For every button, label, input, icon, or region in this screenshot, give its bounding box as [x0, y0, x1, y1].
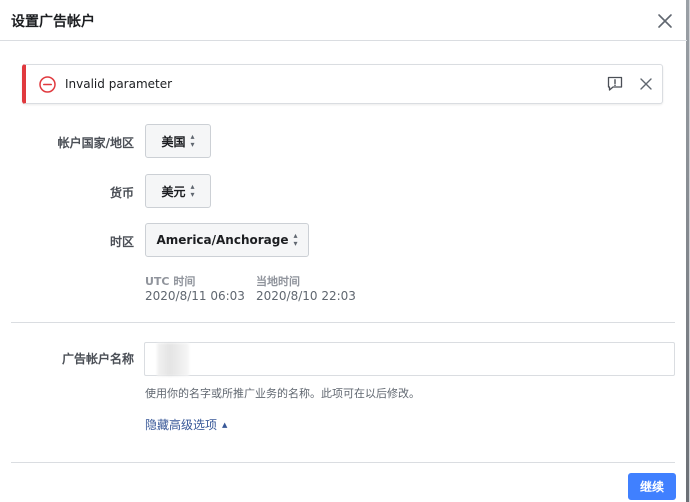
section-divider — [11, 322, 675, 323]
utc-time-label: UTC 时间 — [145, 275, 196, 288]
dialog-header: 设置广告帐户 — [0, 0, 687, 41]
error-banner: Invalid parameter — [22, 64, 663, 104]
error-message: Invalid parameter — [65, 77, 173, 91]
account-name-help: 使用你的名字或所推广业务的名称。此项可在以后修改。 — [145, 387, 420, 400]
account-name-label: 广告帐户名称 — [61, 352, 134, 366]
timezone-value: America/Anchorage — [156, 233, 289, 247]
feedback-icon[interactable] — [606, 75, 624, 93]
caret-up-icon: ▲ — [222, 420, 228, 429]
timezone-select[interactable]: America/Anchorage ▴ ▾ — [145, 223, 309, 257]
currency-select[interactable]: 美元 ▴ ▾ — [145, 174, 211, 208]
country-label: 帐户国家/地区 — [57, 136, 134, 150]
background-strip — [686, 0, 689, 502]
account-name-input[interactable] — [144, 342, 675, 376]
dialog-title: 设置广告帐户 — [11, 14, 95, 30]
country-select[interactable]: 美国 ▴ ▾ — [145, 124, 211, 158]
error-icon — [39, 76, 56, 93]
redacted-name — [157, 343, 189, 376]
currency-value: 美元 — [161, 184, 186, 199]
hide-advanced-options-link[interactable]: 隐藏高级选项 ▲ — [145, 416, 227, 433]
advanced-link-label: 隐藏高级选项 — [145, 418, 218, 432]
local-time-label: 当地时间 — [256, 275, 300, 288]
utc-time-value: 2020/8/11 06:03 — [145, 289, 245, 303]
setup-ad-account-dialog: 设置广告帐户 Invalid parameter 帐户国家/地区 美国 ▴ ▾ … — [0, 0, 690, 502]
country-value: 美国 — [161, 134, 186, 149]
timezone-label: 时区 — [109, 235, 134, 249]
local-time-value: 2020/8/10 22:03 — [256, 289, 356, 303]
continue-button[interactable]: 继续 — [628, 473, 676, 500]
sort-caret-icon: ▴ ▾ — [293, 231, 298, 248]
sort-caret-icon: ▴ ▾ — [190, 182, 195, 199]
sort-caret-icon: ▴ ▾ — [190, 132, 195, 149]
currency-label: 货币 — [109, 186, 134, 200]
close-icon[interactable] — [656, 12, 674, 30]
banner-close-icon[interactable] — [638, 76, 654, 92]
footer-divider — [11, 462, 675, 463]
